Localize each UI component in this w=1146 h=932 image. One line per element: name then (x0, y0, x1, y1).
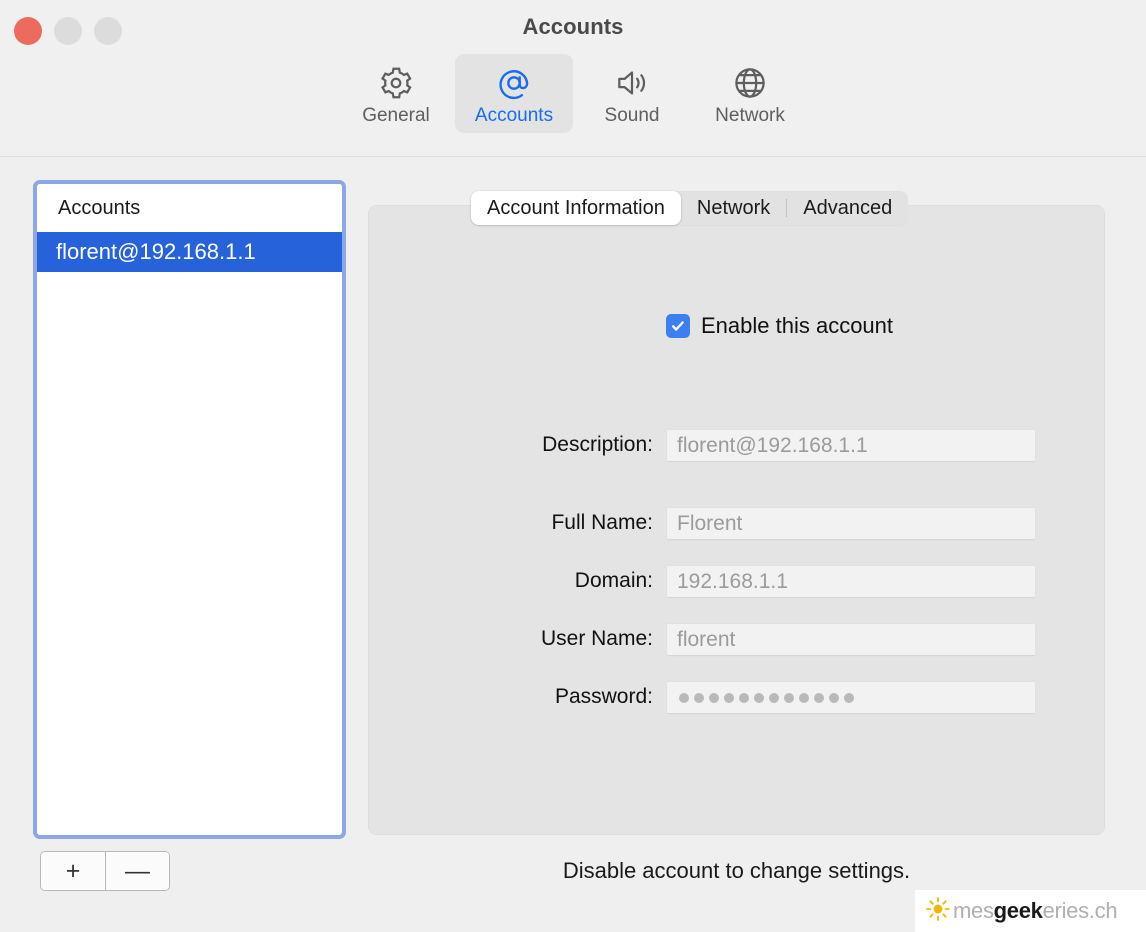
add-account-button[interactable]: + (41, 852, 105, 890)
password-dot (724, 692, 734, 703)
accounts-list[interactable]: Accounts florent@192.168.1.1 (33, 180, 346, 839)
field-row-full-name: Full Name: Florent (368, 507, 1105, 539)
description-input[interactable]: florent@192.168.1.1 (667, 429, 1035, 461)
tab-account-information[interactable]: Account Information (471, 191, 681, 225)
password-dot (679, 692, 689, 703)
window-title: Accounts (522, 14, 624, 39)
toolbar-item-general-label: General (362, 105, 430, 126)
site-watermark: mesgeekeries.ch (915, 890, 1146, 932)
titlebar: Accounts General Accounts Sound Network (0, 0, 1146, 157)
remove-account-button[interactable]: — (105, 852, 169, 890)
at-sign-icon (495, 64, 533, 102)
tab-advanced[interactable]: Advanced (787, 191, 908, 225)
toolbar-item-accounts[interactable]: Accounts (455, 54, 573, 133)
password-masked-dots (677, 692, 854, 703)
sun-icon (925, 896, 951, 927)
password-dot (844, 692, 854, 703)
account-settings-panel: Enable this account Description: florent… (368, 205, 1105, 835)
accounts-list-header: Accounts (37, 184, 342, 232)
field-row-password: Password: (368, 681, 1105, 713)
enable-account-label: Enable this account (701, 313, 894, 338)
domain-input[interactable]: 192.168.1.1 (667, 565, 1035, 597)
enable-account-checkbox[interactable] (666, 314, 690, 338)
toolbar-item-sound[interactable]: Sound (573, 54, 691, 133)
account-tabs: Account Information Network Advanced (471, 191, 909, 225)
password-dot (754, 692, 764, 703)
password-label: Password: (554, 685, 653, 708)
field-row-description: Description: florent@192.168.1.1 (368, 429, 1105, 461)
field-row-domain: Domain: 192.168.1.1 (368, 565, 1105, 597)
toolbar-item-general[interactable]: General (337, 54, 455, 133)
watermark-bold: geek (993, 898, 1043, 923)
password-dot (814, 692, 824, 703)
password-dot (694, 692, 704, 703)
user-name-input[interactable]: florent (667, 623, 1035, 655)
password-dot (769, 692, 779, 703)
password-dot (799, 692, 809, 703)
password-dot (829, 692, 839, 703)
full-name-label: Full Name: (551, 511, 653, 534)
preferences-toolbar: General Accounts Sound Network (0, 54, 1146, 133)
accounts-list-controls: + — (40, 851, 170, 891)
password-dot (784, 692, 794, 703)
field-row-user-name: User Name: florent (368, 623, 1105, 655)
settings-hint-text: Disable account to change settings. (562, 858, 911, 883)
globe-icon (731, 64, 769, 102)
tab-network[interactable]: Network (681, 191, 786, 225)
full-name-input[interactable]: Florent (667, 507, 1035, 539)
user-name-label: User Name: (540, 627, 653, 650)
password-input[interactable] (667, 681, 1035, 713)
toolbar-item-network[interactable]: Network (691, 54, 809, 133)
description-label: Description: (542, 433, 653, 456)
toolbar-item-network-label: Network (715, 105, 785, 126)
watermark-prefix: mes (953, 898, 994, 923)
toolbar-item-sound-label: Sound (604, 105, 660, 126)
toolbar-item-accounts-label: Accounts (474, 105, 554, 126)
password-dot (739, 692, 749, 703)
domain-label: Domain: (574, 569, 653, 592)
enable-account-row[interactable]: Enable this account (666, 313, 893, 339)
speaker-icon (613, 64, 651, 102)
accounts-preferences-window: Accounts General Accounts Sound Network … (0, 0, 1146, 932)
watermark-suffix: eries.ch (1042, 898, 1118, 923)
gear-icon (377, 64, 415, 102)
watermark-text: mesgeekeries.ch (953, 898, 1118, 924)
password-dot (709, 692, 719, 703)
accounts-list-item[interactable]: florent@192.168.1.1 (37, 232, 342, 272)
